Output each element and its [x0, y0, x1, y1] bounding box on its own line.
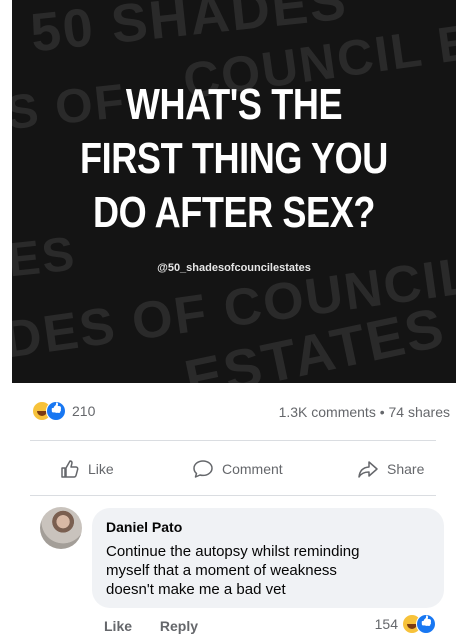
comments-shares-count[interactable]: 1.3K comments • 74 shares	[279, 404, 450, 420]
headline-line: FIRST THING YOU	[80, 134, 388, 183]
comment-bubble: Daniel Pato Continue the autopsy whilst …	[92, 508, 444, 608]
avatar[interactable]	[40, 507, 82, 549]
comment-like-link[interactable]: Like	[104, 618, 132, 634]
comment-line: myself that a moment of weakness	[106, 562, 337, 579]
comment-line: Continue the autopsy whilst reminding	[106, 543, 360, 560]
comment-reply-link[interactable]: Reply	[160, 618, 198, 634]
comment-label: Comment	[222, 461, 283, 477]
post-stats: 210 1.3K comments • 74 shares	[12, 395, 456, 423]
share-label: Share	[387, 461, 425, 477]
comment-reaction-count: 154	[374, 616, 398, 632]
divider	[30, 440, 436, 441]
comment-bubble-icon	[193, 460, 213, 478]
headline-line: WHAT'S THE	[125, 80, 343, 129]
comment-author[interactable]: Daniel Pato	[106, 519, 182, 535]
divider	[30, 495, 436, 496]
reaction-count: 210	[72, 403, 96, 419]
share-arrow-icon	[358, 461, 378, 478]
comment: Daniel Pato Continue the autopsy whilst …	[12, 505, 456, 640]
post-actions: Like Comment Share	[12, 452, 456, 486]
like-reaction-icon	[46, 401, 66, 421]
like-reaction-icon	[416, 614, 436, 634]
image-handle: @50_shadesofcouncilestates	[157, 262, 311, 274]
comment-actions: Like Reply	[104, 618, 222, 634]
comment-text: Continue the autopsy whilst reminding my…	[106, 542, 436, 599]
headline-line: DO AFTER SEX?	[92, 188, 375, 237]
reactions-summary[interactable]: 210	[32, 401, 95, 421]
like-label: Like	[88, 461, 114, 477]
comment-reactions[interactable]: 154	[375, 614, 436, 634]
post-image[interactable]: 50 SHADES COUNCIL ES S OF ES DES OF COUN…	[12, 0, 456, 383]
comment-button[interactable]: Comment	[192, 459, 283, 479]
thumbs-up-icon	[61, 460, 79, 478]
headline: WHAT'S THE FIRST THING YOU DO AFTER SEX?	[52, 78, 416, 240]
share-button[interactable]: Share	[357, 459, 424, 479]
comment-line: doesn't make me a bad vet	[106, 581, 286, 598]
like-button[interactable]: Like	[60, 459, 114, 479]
